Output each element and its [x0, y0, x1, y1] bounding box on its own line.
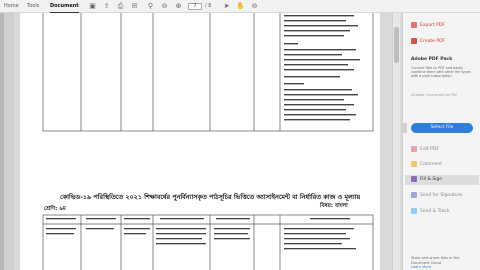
edit-pdf-icon: [411, 145, 417, 152]
cloud-footer-text: Store and share files in the Document Cl…: [411, 256, 460, 270]
send-signature-icon: [411, 191, 417, 198]
print-icon[interactable]: ⎙: [116, 2, 125, 11]
page-2-table: [42, 214, 374, 270]
page-total: / 8: [205, 3, 212, 9]
document-page-2: কোভিড-১৯ পরিস্থিতিতে ২০২১ শিক্ষাবর্ষের প…: [20, 172, 380, 270]
tab-document[interactable]: Document: [50, 0, 79, 13]
export-pdf-tool[interactable]: Export PDF: [411, 21, 445, 31]
fill-sign-icon: [411, 175, 417, 182]
fill-sign-tool[interactable]: Fill & Sign: [405, 175, 479, 185]
page-number-input[interactable]: 7: [188, 3, 202, 10]
comment-icon: [411, 160, 417, 167]
create-pdf-icon: [411, 37, 417, 44]
left-gutter: [0, 13, 14, 270]
upload-icon[interactable]: ⇪: [102, 2, 111, 11]
send-for-signature-tool[interactable]: Send for Signature: [411, 191, 462, 201]
cursor-icon[interactable]: ➤: [222, 2, 231, 11]
tab-tools[interactable]: Tools: [27, 0, 39, 13]
search-icon[interactable]: ⚲: [146, 2, 155, 11]
document-page-1: [20, 10, 380, 176]
already-converted-link[interactable]: Already Converted to PDF: [411, 93, 457, 97]
send-track-tool[interactable]: Send & Track: [411, 207, 449, 217]
menu-bar: Home Tools Document ▣ ⇪ ⎙ ✉ ⚲ ⊖ ⊕ 7 / 8 …: [0, 0, 480, 13]
next-page-icon[interactable]: ⊕: [174, 2, 183, 11]
edit-pdf-tool[interactable]: Edit PDF: [411, 145, 439, 155]
prev-page-icon[interactable]: ⊖: [160, 2, 169, 11]
pdf-pack-title: Adobe PDF Pack: [411, 57, 453, 62]
create-pdf-tool[interactable]: Create PDF: [411, 37, 445, 47]
learn-more-link[interactable]: Learn More: [411, 265, 431, 269]
tab-home[interactable]: Home: [4, 0, 19, 13]
save-icon[interactable]: ▣: [88, 2, 97, 11]
export-pdf-icon: [411, 21, 417, 28]
zoom-out-icon[interactable]: ⊖: [250, 2, 259, 11]
right-tools-panel: Export PDF Create PDF Adobe PDF Pack Con…: [402, 13, 480, 270]
pdf-pack-description: Convert files to PDF and easily combine …: [411, 66, 471, 79]
page-1-table: [42, 10, 374, 132]
hand-icon[interactable]: ✋: [236, 2, 245, 11]
panel-collapse-handle[interactable]: [403, 123, 407, 133]
comment-tool[interactable]: Comment: [411, 160, 442, 170]
envelope-icon[interactable]: ✉: [130, 2, 139, 11]
select-file-button[interactable]: Select File: [411, 123, 473, 133]
document-scrollbar[interactable]: [392, 13, 400, 270]
send-track-icon: [411, 207, 417, 214]
